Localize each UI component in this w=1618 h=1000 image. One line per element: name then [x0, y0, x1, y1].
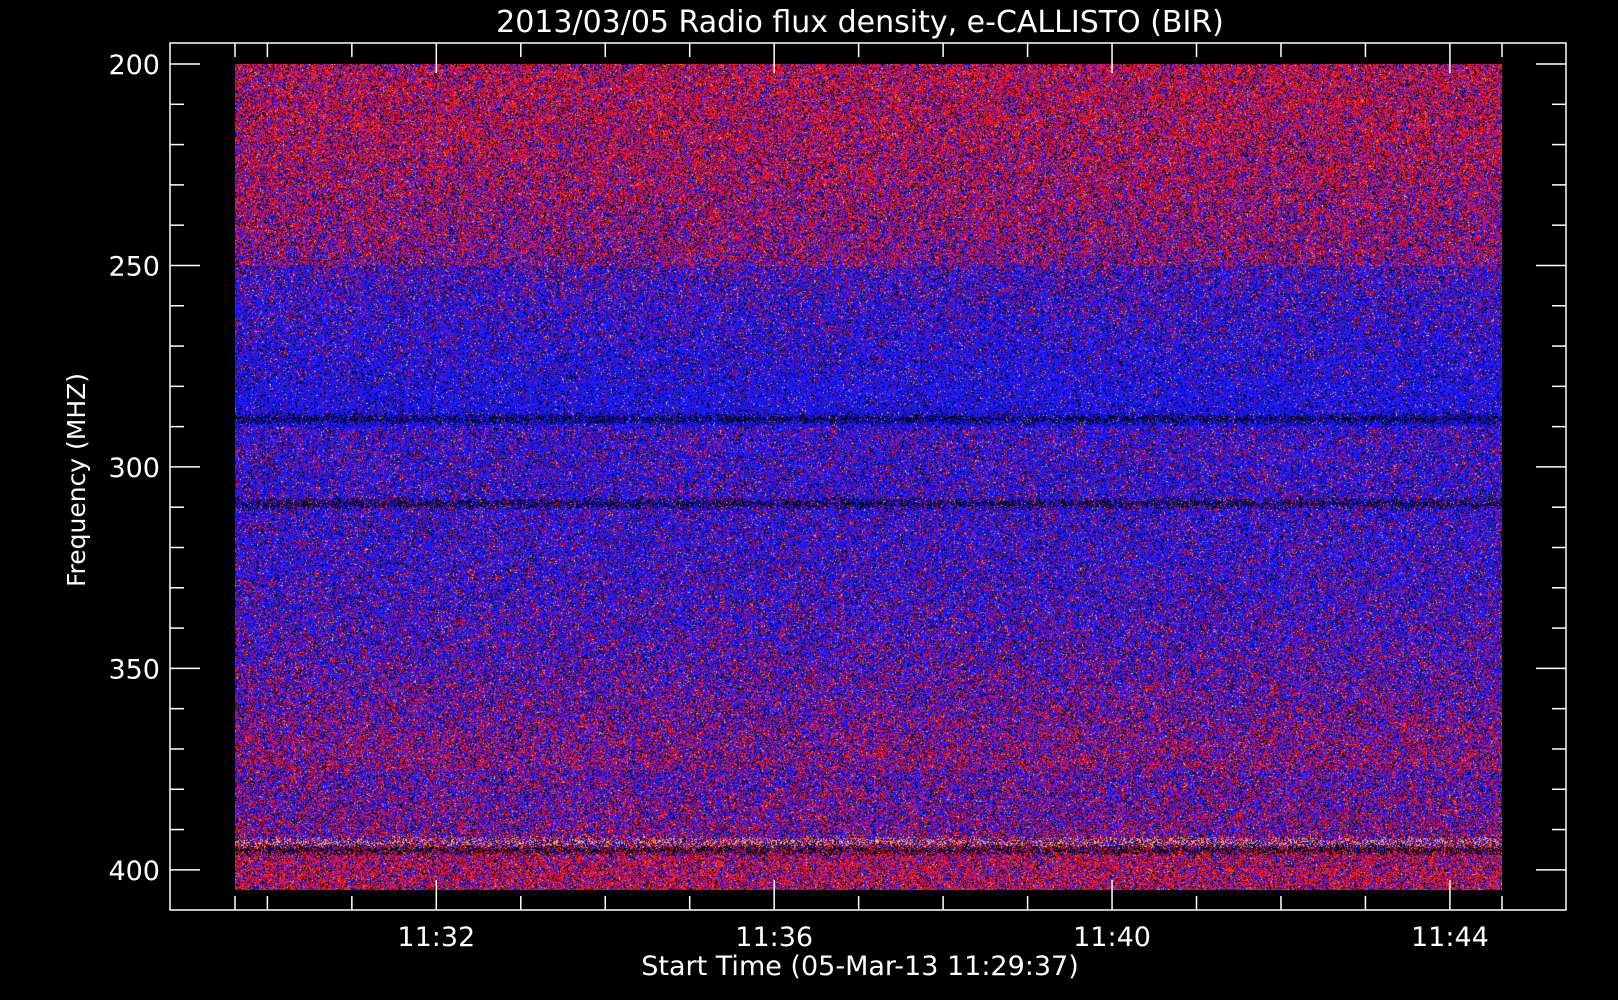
spectrogram-image: [235, 64, 1502, 890]
spectrogram-raster: [235, 64, 1502, 890]
y-tick-label: 300: [108, 453, 160, 484]
y-tick-label: 200: [108, 50, 160, 81]
spectrogram-chart: 2013/03/05 Radio flux density, e-CALLIST…: [0, 0, 1618, 1000]
y-axis-label: Frequency (MHZ): [62, 373, 91, 587]
x-tick-label: 11:40: [1073, 922, 1151, 953]
x-tick-label: 11:36: [735, 922, 813, 953]
x-axis-label: Start Time (05-Mar-13 11:29:37): [641, 951, 1079, 982]
y-tick-label: 250: [108, 251, 160, 282]
y-tick-label: 350: [108, 654, 160, 685]
y-tick-label: 400: [108, 856, 160, 887]
x-tick-label: 11:44: [1411, 922, 1489, 953]
chart-title: 2013/03/05 Radio flux density, e-CALLIST…: [496, 5, 1224, 40]
x-tick-label: 11:32: [397, 922, 475, 953]
